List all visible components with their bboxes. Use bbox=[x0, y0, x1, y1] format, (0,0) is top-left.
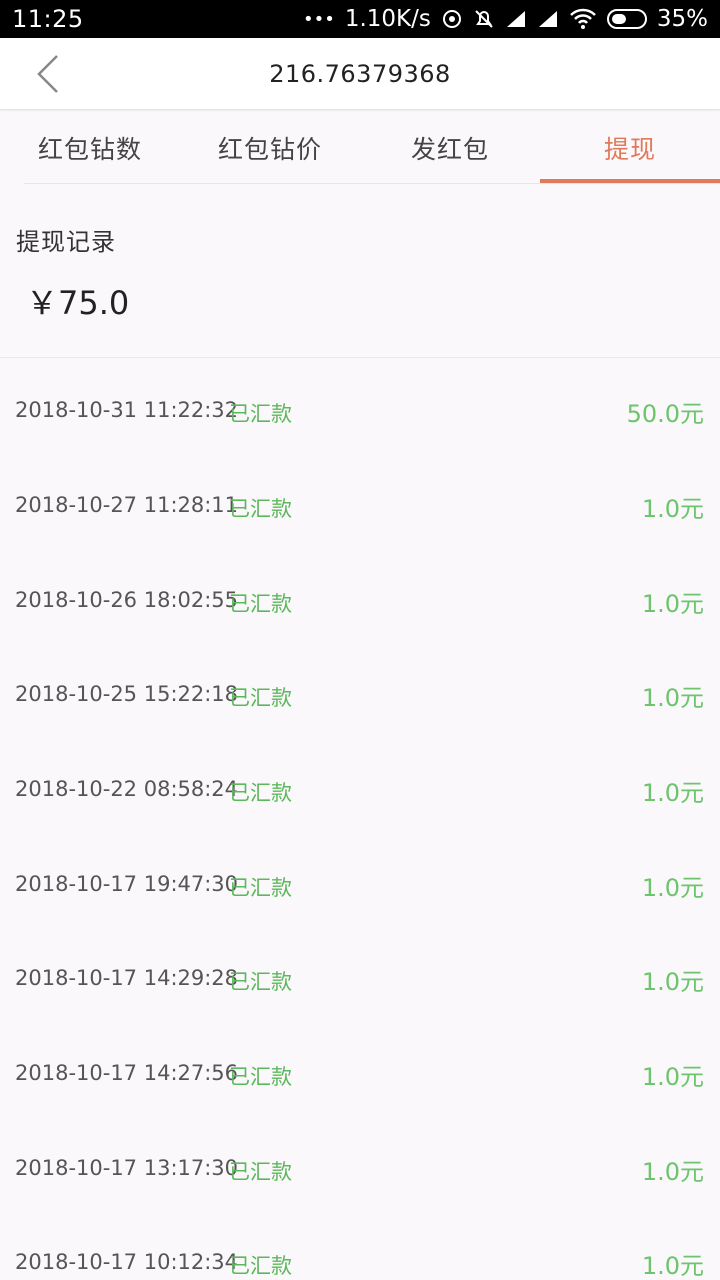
record-date: 2018-10-17 14:29:28 bbox=[15, 966, 239, 990]
record-amount: 1.0元 bbox=[641, 495, 704, 523]
top-bar: 216.76379368 bbox=[0, 38, 720, 110]
record-status: 已汇款 bbox=[229, 1065, 292, 1089]
record-status: 已汇款 bbox=[229, 876, 292, 900]
withdraw-total-amount: ￥75.0 bbox=[26, 284, 130, 322]
record-amount: 1.0元 bbox=[641, 684, 704, 712]
status-time: 11:25 bbox=[12, 5, 84, 33]
record-amount: 1.0元 bbox=[641, 779, 704, 807]
battery-percent: 35% bbox=[656, 6, 708, 32]
signal-icon-2 bbox=[537, 9, 559, 29]
record-status: 已汇款 bbox=[229, 592, 292, 616]
record-status: 已汇款 bbox=[229, 497, 292, 521]
record-status: 已汇款 bbox=[229, 1254, 292, 1278]
record-amount: 1.0元 bbox=[641, 874, 704, 902]
record-date: 2018-10-26 18:02:55 bbox=[15, 588, 239, 612]
record-status: 已汇款 bbox=[229, 686, 292, 710]
list-item[interactable]: 2018-10-17 13:17:30 已汇款 1.0元 bbox=[0, 1120, 720, 1215]
wifi-icon bbox=[569, 8, 597, 30]
record-date: 2018-10-25 15:22:18 bbox=[15, 682, 239, 706]
record-date: 2018-10-31 11:22:32 bbox=[15, 398, 239, 422]
status-icons: ••• 1.10K/s 35% bbox=[303, 6, 708, 32]
list-item[interactable]: 2018-10-17 10:12:34 已汇款 1.0元 bbox=[0, 1214, 720, 1280]
list-item[interactable]: 2018-10-17 19:47:30 已汇款 1.0元 bbox=[0, 836, 720, 931]
record-date: 2018-10-22 08:58:24 bbox=[15, 777, 239, 801]
record-status: 已汇款 bbox=[229, 970, 292, 994]
record-amount: 1.0元 bbox=[641, 1158, 704, 1186]
tab-bar: 红包钻数 红包钻价 发红包 提现 bbox=[0, 111, 720, 185]
status-bar: 11:25 ••• 1.10K/s 35% bbox=[0, 0, 720, 38]
list-item[interactable]: 2018-10-27 11:28:11 已汇款 1.0元 bbox=[0, 457, 720, 552]
list-item[interactable]: 2018-10-25 15:22:18 已汇款 1.0元 bbox=[0, 646, 720, 741]
list-item[interactable]: 2018-10-17 14:27:56 已汇款 1.0元 bbox=[0, 1025, 720, 1120]
record-amount: 1.0元 bbox=[641, 1252, 704, 1280]
network-speed: 1.10K/s bbox=[344, 6, 431, 32]
record-amount: 1.0元 bbox=[641, 590, 704, 618]
list-item[interactable]: 2018-10-26 18:02:55 已汇款 1.0元 bbox=[0, 552, 720, 647]
record-date: 2018-10-17 19:47:30 bbox=[15, 872, 239, 896]
mute-bell-icon bbox=[473, 8, 495, 30]
list-item[interactable]: 2018-10-17 14:29:28 已汇款 1.0元 bbox=[0, 930, 720, 1025]
record-date: 2018-10-27 11:28:11 bbox=[15, 493, 239, 517]
page-title: 216.76379368 bbox=[269, 60, 451, 88]
record-status: 已汇款 bbox=[229, 402, 292, 426]
tab-red-packet-price[interactable]: 红包钻价 bbox=[180, 111, 360, 185]
record-status: 已汇款 bbox=[229, 781, 292, 805]
record-status: 已汇款 bbox=[229, 1160, 292, 1184]
record-date: 2018-10-17 10:12:34 bbox=[15, 1250, 239, 1274]
record-amount: 1.0元 bbox=[641, 1063, 704, 1091]
record-amount: 50.0元 bbox=[626, 400, 704, 428]
list-item[interactable]: 2018-10-31 11:22:32 已汇款 50.0元 bbox=[0, 362, 720, 457]
battery-icon bbox=[606, 9, 647, 29]
tab-withdraw[interactable]: 提现 bbox=[540, 111, 720, 185]
summary-divider bbox=[0, 357, 720, 358]
list-item[interactable]: 2018-10-22 08:58:24 已汇款 1.0元 bbox=[0, 741, 720, 836]
signal-icon-1 bbox=[505, 9, 527, 29]
more-dots-icon: ••• bbox=[302, 8, 335, 30]
record-date: 2018-10-17 13:17:30 bbox=[15, 1156, 239, 1180]
record-date: 2018-10-17 14:27:56 bbox=[15, 1061, 239, 1085]
record-amount: 1.0元 bbox=[641, 968, 704, 996]
hotspot-icon bbox=[441, 8, 463, 30]
tabs-divider bbox=[24, 183, 720, 184]
tab-red-packet-diamonds[interactable]: 红包钻数 bbox=[0, 111, 180, 185]
withdraw-records-title: 提现记录 bbox=[16, 228, 116, 256]
tab-send-red-packet[interactable]: 发红包 bbox=[360, 111, 540, 185]
